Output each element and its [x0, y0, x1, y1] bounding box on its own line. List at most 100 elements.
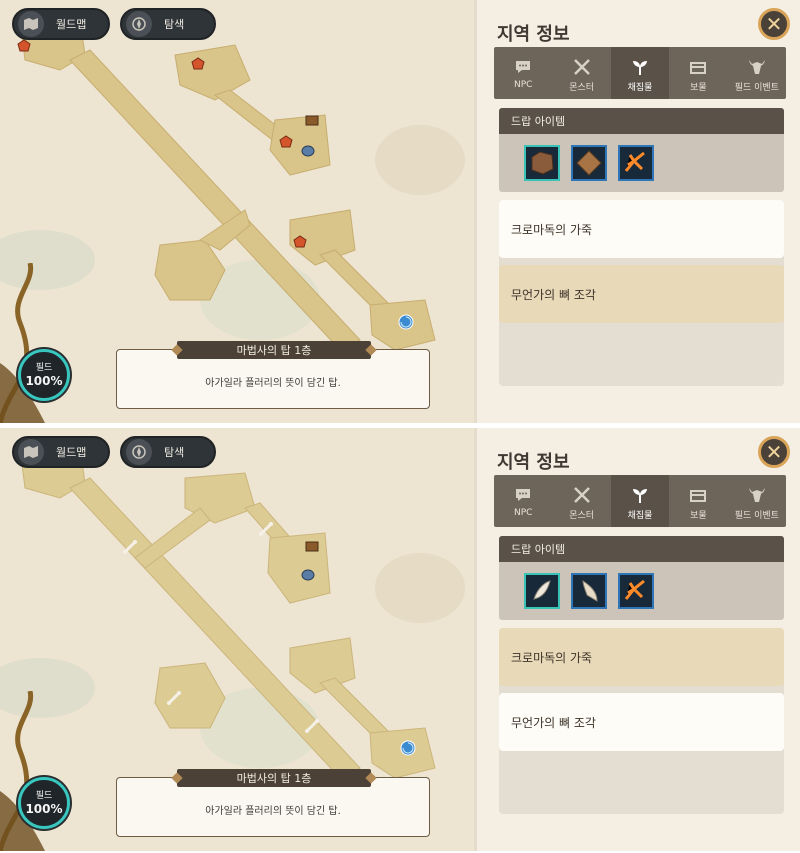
region-info-panel: 지역 정보 ✕ NPC 몬스터 채집물 보물 필드 이벤트 드랍 아이템 크로마…	[474, 0, 800, 423]
crossed-swords-icon	[573, 57, 591, 77]
hide-icon[interactable]	[278, 134, 294, 150]
location-title: 마법사의 탑 1층	[177, 769, 371, 787]
location-description: 아가일라 플러리의 뜻이 담긴 탑.	[205, 806, 341, 817]
tab-gathering[interactable]: 채집물	[610, 475, 670, 527]
list-item-label: 무언가의 뼈 조각	[511, 715, 596, 730]
speech-bubble-icon	[514, 57, 532, 77]
list-item-label: 크로마독의 가죽	[511, 222, 593, 237]
search-button[interactable]: 탐색	[120, 436, 216, 468]
compass-icon	[126, 439, 152, 465]
panel-title: 지역 정보	[497, 452, 570, 473]
horned-helmet-icon	[747, 485, 767, 505]
tab-label: NPC	[513, 80, 533, 90]
field-label: 필드	[35, 362, 53, 373]
panel-title: 지역 정보	[497, 24, 570, 45]
chest-icon	[689, 57, 707, 77]
drop-header: 드랍 아이템	[499, 536, 784, 562]
ore-marker-icon[interactable]	[300, 142, 316, 158]
hide-icon[interactable]	[16, 38, 32, 54]
ore-marker-icon[interactable]	[300, 566, 316, 582]
region-info-panel: 지역 정보 ✕ NPC 몬스터 채집물 보물 필드 이벤트 드랍 아이템 크로마…	[474, 428, 800, 851]
field-progress-badge: 필드 100%	[18, 349, 70, 401]
location-title: 마법사의 탑 1층	[177, 341, 371, 359]
hide-icon[interactable]	[190, 56, 206, 72]
tab-label: 채집물	[627, 83, 653, 93]
close-icon: ✕	[765, 440, 783, 464]
horn-icon[interactable]	[571, 573, 607, 609]
bone-icon[interactable]	[166, 690, 182, 706]
drop-items-section: 드랍 아이템	[499, 108, 784, 192]
hide-icon[interactable]	[292, 234, 308, 250]
bone-icon[interactable]	[304, 718, 320, 734]
drop-items-section: 드랍 아이템	[499, 536, 784, 620]
search-label: 탐색	[164, 446, 185, 459]
close-button[interactable]: ✕	[758, 436, 790, 468]
gathering-list: 크로마독의 가죽 무언가의 뼈 조각	[499, 200, 784, 386]
tab-monster[interactable]: 몬스터	[552, 47, 610, 99]
field-percent: 100%	[25, 373, 63, 388]
category-tabs: NPC 몬스터 채집물 보물 필드 이벤트	[494, 475, 786, 527]
gathering-list: 크로마독의 가죽 무언가의 뼈 조각	[499, 628, 784, 814]
tab-gathering[interactable]: 채집물	[610, 47, 670, 99]
worldmap-label: 월드맵	[56, 18, 87, 31]
field-label: 필드	[35, 790, 53, 801]
compass-icon	[126, 11, 152, 37]
tab-label: 채집물	[627, 511, 653, 521]
horned-helmet-icon	[747, 57, 767, 77]
chest-marker-icon[interactable]	[304, 538, 320, 554]
chest-marker-icon[interactable]	[304, 112, 320, 128]
tab-label: 보물	[690, 83, 707, 93]
chest-icon	[689, 485, 707, 505]
worldmap-icon	[18, 11, 44, 37]
worldmap-button[interactable]: 월드맵	[12, 8, 110, 40]
list-item-chromadog-hide[interactable]: 크로마독의 가죽	[499, 628, 784, 686]
tab-label: 몬스터	[569, 83, 595, 93]
tab-npc[interactable]: NPC	[494, 475, 552, 527]
search-button[interactable]: 탐색	[120, 8, 216, 40]
sprout-icon	[631, 57, 649, 77]
drop-header: 드랍 아이템	[499, 108, 784, 134]
tab-npc[interactable]: NPC	[494, 47, 552, 99]
tab-label: 필드 이벤트	[734, 511, 779, 521]
tab-label: 몬스터	[569, 511, 595, 521]
bone-icon[interactable]	[122, 539, 138, 555]
tab-label: 필드 이벤트	[734, 83, 779, 93]
location-description: 아가일라 플러리의 뜻이 담긴 탑.	[205, 378, 341, 389]
tab-field-event[interactable]: 필드 이벤트	[728, 47, 786, 99]
screenshot-frame-2: 월드맵 탐색 필드 100% 마법사의 탑 1층 아가일라 플러리의 뜻이 담긴…	[0, 428, 800, 851]
tab-label: NPC	[513, 508, 533, 518]
screenshot-frame-1: 월드맵 탐색 필드 100% 마법사의 탑 1층 아가일라 플러리의 뜻이 담긴…	[0, 0, 800, 423]
hide-leather-icon[interactable]	[524, 145, 560, 181]
leather-sheet-icon[interactable]	[571, 145, 607, 181]
sprout-icon	[631, 485, 649, 505]
tab-treasure[interactable]: 보물	[669, 475, 727, 527]
portal-icon[interactable]	[400, 740, 416, 756]
map-view[interactable]: 월드맵 탐색 필드 100% 마법사의 탑 1층 아가일라 플러리의 뜻이 담긴…	[0, 428, 474, 851]
category-tabs: NPC 몬스터 채집물 보물 필드 이벤트	[494, 47, 786, 99]
tab-label: 보물	[690, 511, 707, 521]
tab-treasure[interactable]: 보물	[669, 47, 727, 99]
location-info-box: 마법사의 탑 1층 아가일라 플러리의 뜻이 담긴 탑.	[116, 769, 430, 837]
crossed-swords-icon	[573, 485, 591, 505]
portal-icon[interactable]	[398, 314, 414, 330]
worldmap-label: 월드맵	[56, 446, 87, 459]
field-percent: 100%	[25, 801, 63, 816]
fang-icon[interactable]	[524, 573, 560, 609]
bone-icon[interactable]	[258, 521, 274, 537]
list-item-label: 크로마독의 가죽	[511, 650, 593, 665]
map-view[interactable]: 월드맵 탐색 필드 100% 마법사의 탑 1층 아가일라 플러리의 뜻이 담긴…	[0, 0, 474, 423]
close-icon: ✕	[765, 12, 783, 36]
tab-monster[interactable]: 몬스터	[552, 475, 610, 527]
list-item-label: 무언가의 뼈 조각	[511, 287, 596, 302]
list-item-unknown-bone[interactable]: 무언가의 뼈 조각	[499, 265, 784, 323]
field-progress-badge: 필드 100%	[18, 777, 70, 829]
worldmap-icon	[18, 439, 44, 465]
list-item-chromadog-hide[interactable]: 크로마독의 가죽	[499, 200, 784, 258]
list-item-unknown-bone[interactable]: 무언가의 뼈 조각	[499, 693, 784, 751]
tab-field-event[interactable]: 필드 이벤트	[728, 475, 786, 527]
close-button[interactable]: ✕	[758, 8, 790, 40]
worldmap-button[interactable]: 월드맵	[12, 436, 110, 468]
bone-fragment-icon[interactable]	[618, 573, 654, 609]
bone-fragment-icon[interactable]	[618, 145, 654, 181]
search-label: 탐색	[164, 18, 185, 31]
